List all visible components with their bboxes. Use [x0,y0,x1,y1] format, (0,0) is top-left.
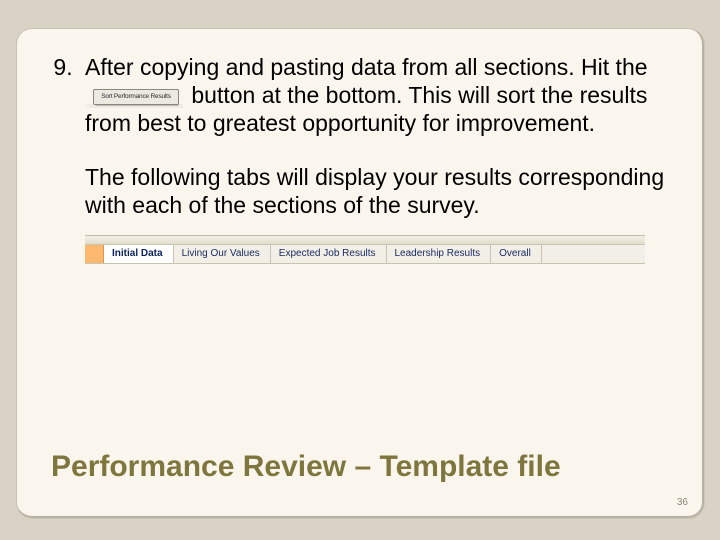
sheet-gutter [85,235,645,245]
sheet-tab-leadership-results[interactable]: Leadership Results [387,245,492,263]
sort-performance-results-button[interactable]: Sort Performance Results [87,88,183,108]
title-block: Performance Review – Template file [51,450,668,485]
step-list: After copying and pasting data from all … [51,53,668,137]
spreadsheet-tabs-graphic: Initial DataLiving Our ValuesExpected Jo… [85,235,645,264]
page-number: 36 [677,497,688,508]
sheet-tab-expected-job-results[interactable]: Expected Job Results [271,245,387,263]
body-content: After copying and pasting data from all … [51,53,668,264]
sheet-tab-initial-data[interactable]: Initial Data [104,245,174,263]
paragraph-2: The following tabs will display your res… [85,163,668,219]
slide-title: Performance Review – Template file [51,450,668,485]
spacer [51,137,668,163]
step-text-before: After copying and pasting data from all … [85,54,648,80]
sheet-tab-overall[interactable]: Overall [491,245,542,263]
slide-card: After copying and pasting data from all … [16,28,704,518]
sheet-tabs-row: Initial DataLiving Our ValuesExpected Jo… [85,245,645,264]
sheet-tab-living-our-values[interactable]: Living Our Values [174,245,271,263]
row-handle-icon [85,245,104,263]
step-item-9: After copying and pasting data from all … [79,53,668,137]
button-label: Sort Performance Results [93,89,179,105]
